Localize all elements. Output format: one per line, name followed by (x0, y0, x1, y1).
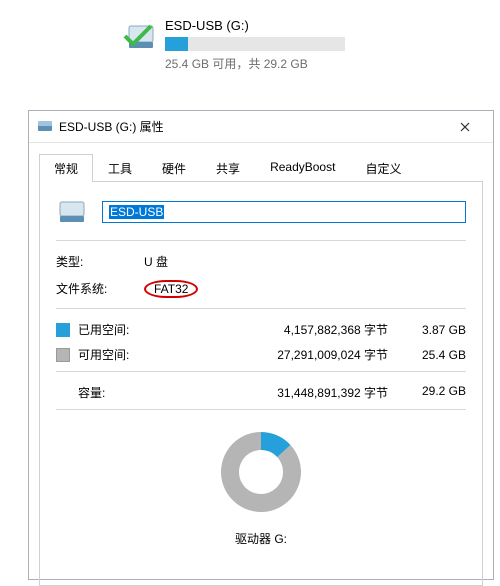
tab-strip: 常规工具硬件共享ReadyBoost自定义 (39, 153, 483, 181)
tab-0[interactable]: 常规 (39, 154, 93, 182)
capacity-row: 容量: 31,448,891,392 字节 29.2 GB (56, 384, 466, 401)
free-label: 可用空间: (78, 346, 156, 363)
type-label: 类型: (56, 253, 144, 270)
properties-dialog: ESD-USB (G:) 属性 常规工具硬件共享ReadyBoost自定义 ES… (28, 110, 494, 580)
close-button[interactable] (445, 113, 485, 141)
type-value: U 盘 (144, 253, 168, 270)
filesystem-value: FAT32 (144, 280, 198, 298)
volume-name-input[interactable]: ESD-USB (102, 201, 466, 223)
drive-summary: ESD-USB (G:) 25.4 GB 可用，共 29.2 GB (0, 0, 500, 90)
divider (56, 371, 466, 372)
type-row: 类型: U 盘 (56, 253, 466, 270)
capacity-bytes: 31,448,891,392 字节 (156, 384, 406, 401)
drive-icon (56, 198, 88, 226)
used-bytes: 4,157,882,368 字节 (156, 321, 406, 338)
divider (56, 409, 466, 410)
filesystem-row: 文件系统: FAT32 (56, 280, 466, 298)
drive-free-text: 25.4 GB 可用，共 29.2 GB (165, 55, 500, 72)
donut-label: 驱动器 G: (56, 530, 466, 547)
name-row: ESD-USB (56, 198, 466, 226)
tab-3[interactable]: 共享 (201, 154, 255, 182)
used-space-row: 已用空间: 4,157,882,368 字节 3.87 GB (56, 321, 466, 338)
free-bytes: 27,291,009,024 字节 (156, 346, 406, 363)
volume-name-value: ESD-USB (109, 205, 164, 219)
usage-donut-chart (56, 422, 466, 522)
drive-usage-bar (165, 37, 345, 51)
tab-general-content: ESD-USB 类型: U 盘 文件系统: FAT32 已用空间: 4,157,… (39, 181, 483, 586)
titlebar[interactable]: ESD-USB (G:) 属性 (29, 111, 493, 143)
close-icon (460, 122, 470, 132)
drive-small-icon (37, 119, 53, 135)
tab-2[interactable]: 硬件 (147, 154, 201, 182)
drive-icon (123, 22, 157, 52)
free-swatch (56, 348, 70, 362)
filesystem-label: 文件系统: (56, 280, 144, 298)
drive-title[interactable]: ESD-USB (G:) (165, 18, 500, 33)
divider (56, 240, 466, 241)
tab-1[interactable]: 工具 (93, 154, 147, 182)
divider (56, 308, 466, 309)
free-gb: 25.4 GB (406, 348, 466, 362)
donut-svg (211, 422, 311, 522)
titlebar-text: ESD-USB (G:) 属性 (59, 118, 445, 135)
used-swatch (56, 323, 70, 337)
capacity-label: 容量: (78, 384, 156, 401)
free-space-row: 可用空间: 27,291,009,024 字节 25.4 GB (56, 346, 466, 363)
capacity-gb: 29.2 GB (406, 384, 466, 401)
used-label: 已用空间: (78, 321, 156, 338)
tab-4[interactable]: ReadyBoost (255, 154, 350, 182)
drive-usage-fill (165, 37, 188, 51)
used-gb: 3.87 GB (406, 323, 466, 337)
tab-5[interactable]: 自定义 (350, 154, 416, 182)
